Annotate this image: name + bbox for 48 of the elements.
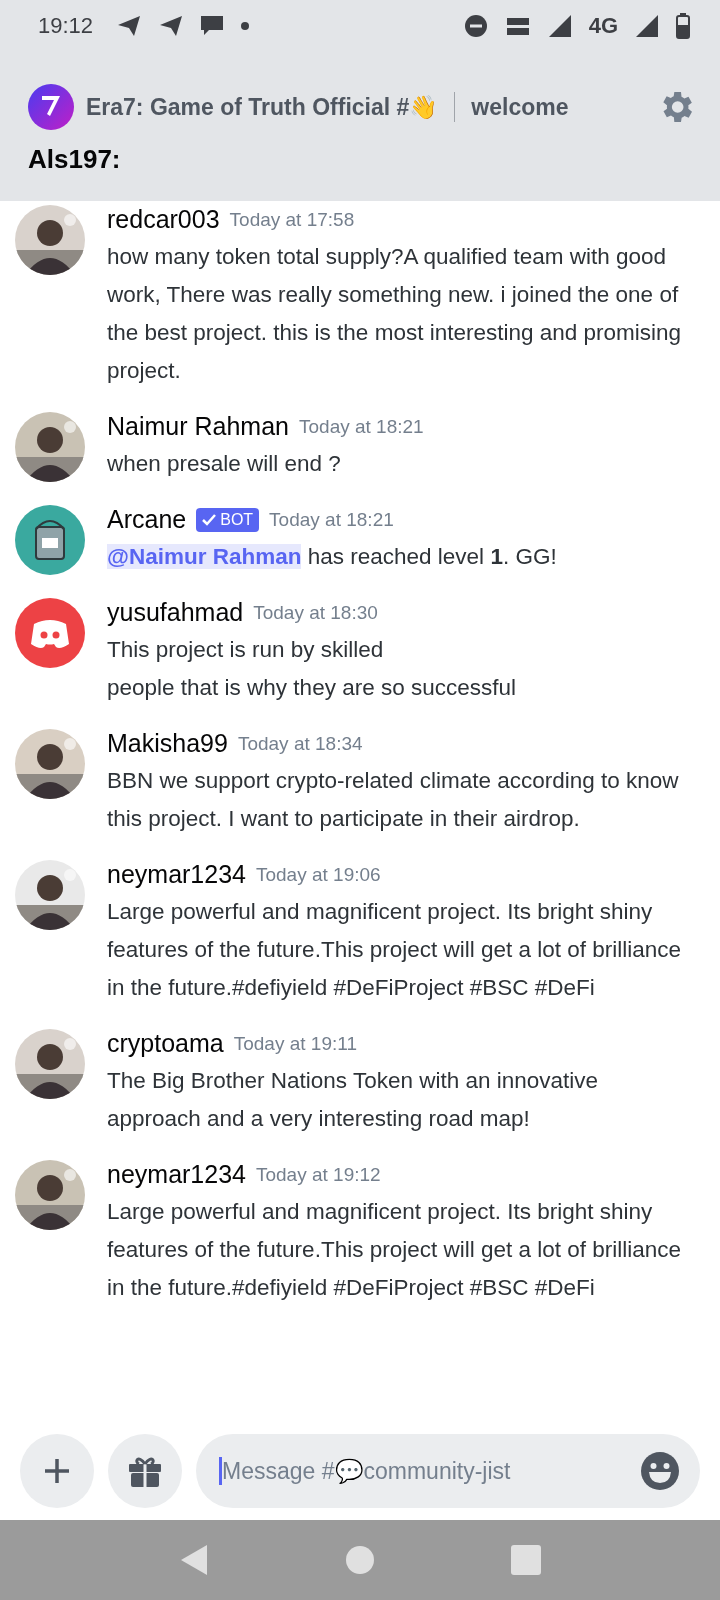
status-time: 19:12 — [38, 13, 94, 39]
emoji-icon[interactable] — [640, 1451, 680, 1491]
author-name[interactable]: Naimur Rahman — [107, 412, 289, 441]
message-text: Large powerful and magnificent project. Its bright shiny features of the future.This project will get a lot of brilliance in the future.#defiyield #DeFiProject #BSC #DeFi — [107, 1198, 682, 1302]
author-name[interactable]: Makisha99 — [107, 729, 228, 758]
user-name: Als197: — [27, 143, 122, 176]
volte-icon — [504, 15, 531, 37]
signal-icon — [548, 15, 571, 37]
chat-icon — [201, 16, 224, 36]
channel-name: welcome — [471, 93, 569, 121]
default-avatar — [15, 598, 85, 668]
user-mention[interactable]: @Naimur Rahman — [107, 544, 302, 569]
server-icon[interactable] — [28, 84, 74, 130]
signal-icon — [636, 15, 658, 37]
message-time: Today at 18:21 — [269, 508, 394, 531]
message-time: Today at 18:21 — [299, 415, 424, 438]
message-text: BBN we support crypto-related climate according to know this project. I want to participate in their airdrop. — [107, 767, 680, 833]
author-name[interactable]: yusufahmad — [107, 598, 244, 627]
check-icon — [202, 513, 217, 526]
author-name[interactable]: neymar1234 — [107, 1160, 246, 1189]
network-type: 4G — [588, 13, 618, 39]
message-text: how many token total supply?A qualified team with good work, There was really something new. i joined the one of the best project. this is the most interesting and promising project. — [107, 243, 682, 385]
server-name: Era7: Game of Truth Official #👋 — [86, 93, 439, 121]
message-time: Today at 19:11 — [233, 1032, 357, 1055]
text-cursor — [219, 1457, 222, 1485]
send-icon — [117, 15, 142, 37]
do-not-disturb-icon — [464, 15, 487, 37]
plus-icon — [42, 1456, 72, 1486]
author-name[interactable]: Arcane — [107, 505, 187, 534]
author-name[interactable]: cryptoama — [107, 1029, 224, 1058]
message-time: Today at 19:06 — [256, 863, 381, 886]
dot-icon — [241, 22, 250, 30]
message-text: when presale will end ? — [107, 450, 342, 478]
message-time: Today at 18:30 — [253, 601, 378, 624]
author-name[interactable]: neymar1234 — [107, 860, 246, 889]
message-time: Today at 19:12 — [256, 1163, 381, 1186]
send-icon — [159, 15, 184, 37]
message-input[interactable]: Message #💬community-jist — [196, 1434, 700, 1508]
battery-icon — [676, 13, 690, 39]
message-time: Today at 17:58 — [229, 208, 355, 231]
message-time: Today at 18:34 — [237, 732, 363, 755]
message-text: This project is run by skilled people that is why they are so successful — [107, 636, 516, 702]
message-text: Large powerful and magnificent project. Its bright shiny features of the future.This project will get a lot of brilliance in the future.#defiyield #DeFiProject #BSC #DeFi — [107, 898, 682, 1002]
message-text: The Big Brother Nations Token with an innovative approach and a very interesting road map! — [107, 1067, 600, 1133]
bucket-avatar — [15, 505, 85, 575]
bot-tag: BOT — [196, 507, 260, 532]
message-text: @Naimur Rahman has reached level 1. GG! — [107, 543, 557, 571]
author-name[interactable]: redcar003 — [107, 205, 220, 234]
